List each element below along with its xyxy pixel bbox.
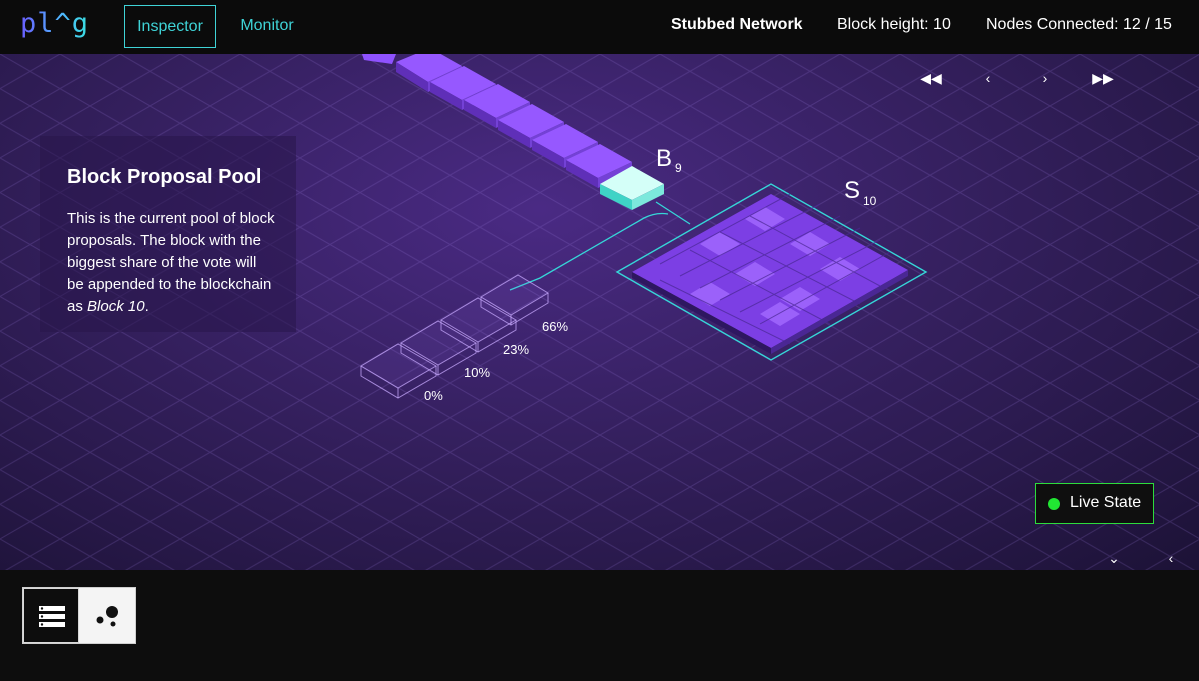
top-bar: pl^g Inspector Monitor Stubbed Network B…	[0, 0, 1199, 54]
proposal-share-label: 0%	[424, 388, 443, 403]
live-state-button[interactable]: Live State	[1035, 483, 1154, 524]
tab-inspector[interactable]: Inspector	[124, 5, 216, 48]
proposal-share-label: 66%	[542, 319, 568, 334]
live-status-dot	[1048, 498, 1060, 510]
tab-monitor[interactable]: Monitor	[229, 5, 305, 48]
info-body: This is the current pool of block propos…	[67, 208, 277, 318]
app-logo: pl^g	[20, 8, 90, 39]
bottom-panel	[0, 570, 1199, 681]
state-label: S	[844, 177, 860, 204]
chevron-down-icon[interactable]: ⌄	[1104, 548, 1124, 568]
network-name: Stubbed Network	[671, 16, 803, 33]
list-view-icon[interactable]	[23, 588, 79, 643]
info-title: Block Proposal Pool	[67, 166, 262, 188]
graph-view-glyph	[96, 606, 118, 627]
chevron-left-icon[interactable]: ‹	[973, 68, 1003, 88]
block-height: Block height: 10	[837, 16, 951, 33]
info-body-emphasis: Block 10	[87, 298, 145, 315]
live-state-label: Live State	[1070, 494, 1142, 511]
view-toggle	[22, 587, 136, 644]
proposal-share-label: 23%	[503, 342, 529, 357]
info-body-end: .	[144, 298, 149, 315]
network-visualization[interactable]: B 9 S 10 0% 10% 23% 66% ◀◀ ‹ › ▶▶ Block …	[0, 54, 1199, 570]
block-subscript: 9	[675, 161, 682, 175]
nodes-connected: Nodes Connected: 12 / 15	[986, 16, 1172, 33]
chevron-right-icon[interactable]: ›	[1030, 68, 1060, 88]
fast-rewind-icon[interactable]: ◀◀	[916, 68, 946, 88]
chevron-left-icon[interactable]: ‹	[1161, 548, 1181, 568]
fast-forward-icon[interactable]: ▶▶	[1088, 68, 1118, 88]
state-subscript: 10	[863, 194, 877, 208]
list-view-glyph	[39, 606, 65, 627]
info-panel: Block Proposal Pool This is the current …	[40, 136, 296, 332]
proposal-share-label: 10%	[464, 365, 490, 380]
graph-view-icon[interactable]	[80, 588, 136, 643]
block-label: B	[656, 145, 672, 172]
